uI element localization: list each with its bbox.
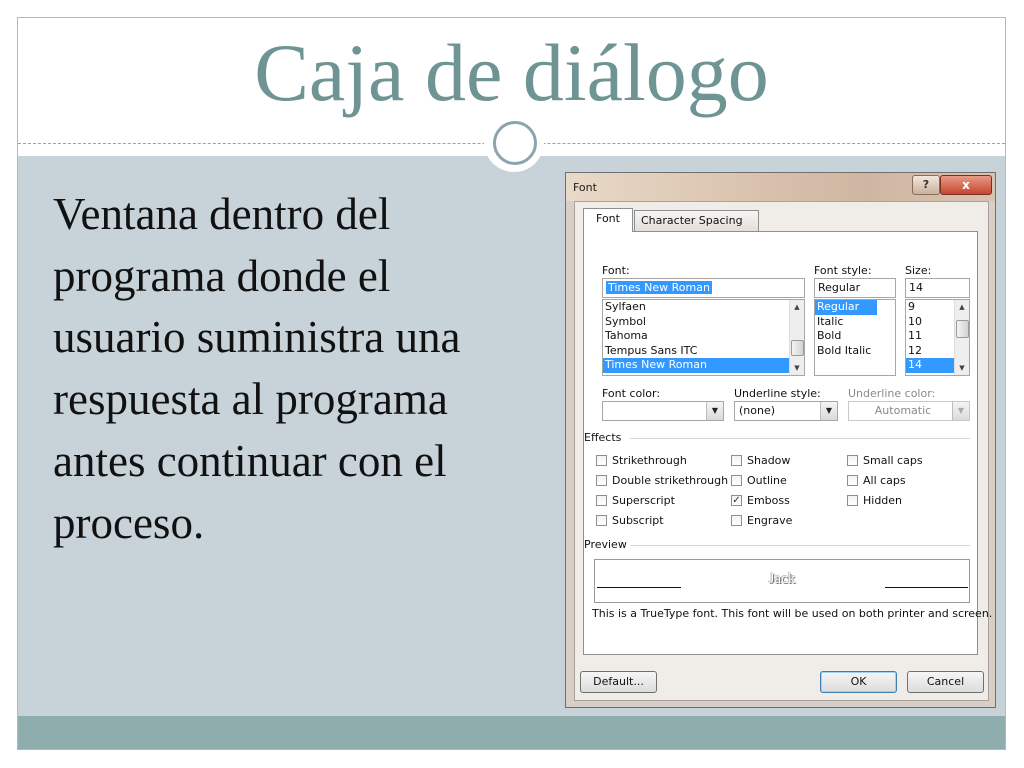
font-style-item[interactable]: Bold (815, 329, 895, 344)
checkmark-icon[interactable]: ✓ (731, 495, 742, 506)
checkbox-icon[interactable] (731, 515, 742, 526)
font-style-input[interactable]: Regular (814, 278, 896, 298)
slide-title: Caja de diálogo (254, 27, 769, 118)
font-list-item[interactable]: Tahoma (603, 329, 804, 344)
font-tab-panel: Font: Times New Roman Sylfaen Symbol Tah… (583, 231, 992, 655)
preview-divider (630, 545, 970, 546)
size-input[interactable]: 14 (905, 278, 970, 298)
underline-color-value: Automatic (874, 404, 932, 417)
scroll-thumb[interactable] (791, 340, 804, 356)
help-button[interactable]: ? (912, 175, 940, 195)
scroll-up-icon[interactable]: ▲ (955, 300, 969, 314)
size-label: Size: (905, 264, 932, 277)
font-style-item-selected[interactable]: Regular (815, 300, 877, 315)
font-list-item[interactable]: Tempus Sans ITC (603, 344, 804, 359)
font-style-label: Font style: (814, 264, 872, 277)
checkbox-icon[interactable] (596, 455, 607, 466)
font-color-label: Font color: (602, 387, 661, 400)
underline-style-select[interactable]: (none) ▼ (734, 401, 838, 421)
font-input-value: Times New Roman (606, 281, 712, 294)
scroll-thumb[interactable] (956, 320, 969, 338)
font-list-item-selected[interactable]: Times New Roman (603, 358, 804, 373)
chevron-down-icon[interactable]: ▼ (820, 402, 837, 420)
default-button[interactable]: Default... (580, 671, 657, 693)
checkbox-icon[interactable] (596, 475, 607, 486)
font-list-scrollbar[interactable]: ▲ ▼ (789, 300, 804, 375)
underline-color-label: Underline color: (848, 387, 936, 400)
underline-style-value: (none) (739, 404, 776, 417)
preview-baseline-right (885, 587, 968, 588)
font-input[interactable]: Times New Roman (602, 278, 805, 298)
preview-label: Preview (584, 538, 627, 551)
size-list-scrollbar[interactable]: ▲ ▼ (954, 300, 969, 375)
slide-body-text: Ventana dentro del programa donde el usu… (53, 189, 461, 548)
dialog-title: Font (573, 181, 597, 194)
preview-text: Jack (768, 571, 796, 587)
checkbox-icon[interactable] (596, 495, 607, 506)
font-list[interactable]: Sylfaen Symbol Tahoma Tempus Sans ITC Ti… (602, 299, 805, 376)
font-list-item[interactable]: Symbol (603, 315, 804, 330)
divider-ring-icon (493, 121, 537, 165)
checkbox-icon[interactable] (847, 455, 858, 466)
cancel-button[interactable]: Cancel (907, 671, 984, 693)
dialog-body: Font Character Spacing Font: Times New R… (574, 201, 992, 701)
checkbox-icon[interactable] (847, 475, 858, 486)
effects-divider (630, 438, 970, 439)
tab-font[interactable]: Font (583, 208, 633, 232)
dialog-titlebar[interactable]: Font ? x (566, 173, 995, 201)
chevron-down-icon[interactable]: ▼ (706, 402, 723, 420)
underline-style-label: Underline style: (734, 387, 821, 400)
checkbox-icon[interactable] (731, 475, 742, 486)
font-color-select[interactable]: ▼ (602, 401, 724, 421)
checkbox-icon[interactable] (731, 455, 742, 466)
font-list-item[interactable]: Sylfaen (603, 300, 804, 315)
ok-button[interactable]: OK (820, 671, 897, 693)
preview-note: This is a TrueType font. This font will … (592, 607, 993, 620)
underline-color-select[interactable]: Automatic ▼ (848, 401, 970, 421)
font-dialog: Font ? x Font Character Spacing Font: Ti… (565, 172, 996, 708)
close-button[interactable]: x (940, 175, 992, 195)
font-style-item[interactable]: Bold Italic (815, 344, 895, 359)
chevron-down-icon[interactable]: ▼ (952, 402, 969, 420)
scroll-down-icon[interactable]: ▼ (955, 361, 969, 375)
checkbox-icon[interactable] (596, 515, 607, 526)
font-style-list[interactable]: Regular Italic Bold Bold Italic (814, 299, 896, 376)
checkbox-icon[interactable] (847, 495, 858, 506)
size-list[interactable]: 9 10 11 12 14 ▲ ▼ (905, 299, 970, 376)
scroll-down-icon[interactable]: ▼ (790, 361, 804, 375)
scroll-up-icon[interactable]: ▲ (790, 300, 804, 314)
effects-label: Effects (584, 431, 622, 444)
font-style-item[interactable]: Italic (815, 315, 895, 330)
font-label: Font: (602, 264, 630, 277)
tab-character-spacing[interactable]: Character Spacing (634, 210, 759, 232)
slide: Caja de diálogo Ventana dentro del progr… (17, 17, 1006, 750)
bottom-band (18, 716, 1005, 749)
preview-box: Jack (594, 559, 970, 603)
